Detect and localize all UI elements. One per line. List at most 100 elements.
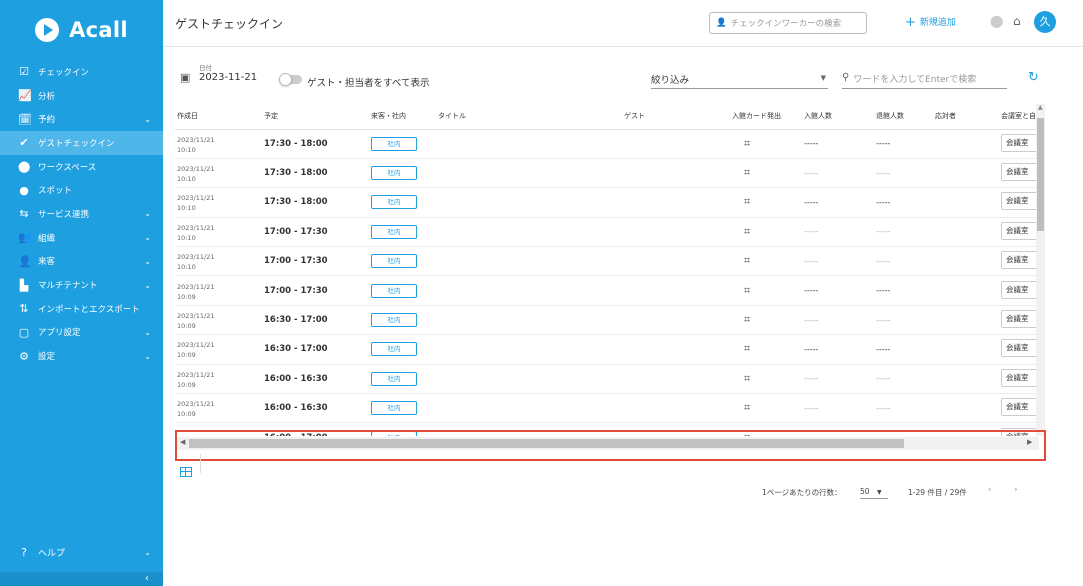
internal-badge: 社内 [371, 224, 417, 239]
checkin-worker-search-input[interactable]: 👤 チェックインワーカーの検索 [709, 12, 867, 34]
sidebar-item-7[interactable]: 👥 組織 ⌄ [0, 226, 163, 250]
scroll-up-arrow-icon[interactable]: ▲ [1038, 104, 1043, 111]
table-row[interactable]: 2023/11/2116:00 - 17:00社内 ⌗ 会議室 [175, 422, 1045, 436]
qr-scan-icon[interactable]: ⌗ [744, 225, 750, 238]
column-header[interactable]: 来客・社内 [369, 104, 436, 130]
created-date: 2023/11/21 [177, 341, 215, 350]
created-date: 2023/11/21 [177, 282, 215, 291]
word-search-input[interactable]: ⚲ ワードを入力してEnterで検索 [842, 72, 1007, 89]
column-header[interactable]: 入館カード発出 [730, 104, 802, 130]
column-header[interactable]: タイトル [436, 104, 622, 130]
qr-scan-icon[interactable]: ⌗ [744, 284, 750, 297]
building-icon[interactable]: ⌂ [1013, 14, 1021, 28]
sidebar-item-label: 設定 [38, 352, 56, 363]
host-cell [933, 393, 999, 424]
type-cell: 社内 [369, 364, 436, 395]
help-menu[interactable]: ? ヘルプ ⌄ [0, 540, 163, 564]
meeting-room-button[interactable]: 会議室 [1001, 398, 1039, 417]
sidebar-item-4[interactable]: ⬤ ワークスペース [0, 155, 163, 179]
vertical-scrollbar-thumb[interactable] [1037, 118, 1044, 231]
entry-count-cell: ----- [802, 305, 874, 336]
settings-icon: ⚙ [19, 349, 29, 363]
qr-scan-icon[interactable]: ⌗ [744, 401, 750, 414]
sidebar-item-1[interactable]: 📈 分析 [0, 84, 163, 108]
table-header-row: 作成日 予定 来客・社内 タイトル ゲスト 入館カード発出 入館人数 退館人数 応対者 会議室と自 [175, 104, 1045, 130]
type-cell: 社内 [369, 334, 436, 365]
host-cell [933, 129, 999, 159]
meeting-room-button[interactable]: 会議室 [1001, 427, 1039, 436]
show-all-toggle[interactable] [279, 73, 292, 86]
created-time: 10:09 [177, 351, 196, 360]
table-row[interactable]: 2023/11/21 10:10 17:00 - 17:30 社内 ⌗ ----- ----… [175, 217, 1045, 248]
qr-scan-icon[interactable]: ⌗ [744, 431, 750, 436]
rows-per-page-select[interactable]: 50 ▼ [860, 487, 888, 499]
table-row[interactable]: 2023/11/21 10:09 16:00 - 16:30 社内 ⌗ ----- ----… [175, 393, 1045, 424]
sidebar-item-5[interactable]: ● スポット [0, 178, 163, 202]
table-row[interactable]: 2023/11/21 10:10 17:30 - 18:00 社内 ⌗ ----- ----… [175, 129, 1045, 159]
sidebar-item-2[interactable]: 🗓 予約 ⌄ [0, 107, 163, 131]
meeting-room-button[interactable]: 会議室 [1001, 221, 1039, 240]
filter-select[interactable]: 絞り込み ▼ [651, 72, 828, 89]
qr-scan-icon[interactable]: ⌗ [744, 342, 750, 355]
scroll-right-arrow-icon[interactable]: ▶ [1027, 438, 1032, 446]
column-header[interactable]: ゲスト [622, 104, 730, 130]
title-cell [436, 246, 622, 277]
meeting-room-button[interactable]: 会議室 [1001, 163, 1039, 182]
date-label: 日付 [199, 64, 212, 72]
sidebar-item-label: 分析 [38, 91, 56, 102]
type-cell: 社内 [369, 129, 436, 159]
table-row[interactable]: 2023/11/21 10:09 17:00 - 17:30 社内 ⌗ ----- ----… [175, 275, 1045, 306]
user-avatar[interactable]: 久 [1034, 11, 1056, 33]
meeting-room-button[interactable]: 会議室 [1001, 251, 1039, 270]
sidebar-item-12[interactable]: ⚙ 設定 ⌄ [0, 344, 163, 368]
sidebar-item-9[interactable]: ▙ マルチテナント ⌄ [0, 273, 163, 297]
logo[interactable]: Acall [0, 0, 163, 60]
qr-scan-icon[interactable]: ⌗ [744, 137, 750, 150]
created-cell: 2023/11/21 10:10 [175, 187, 262, 218]
qr-scan-icon[interactable]: ⌗ [744, 254, 750, 267]
column-header[interactable]: 作成日 [175, 104, 262, 130]
meeting-room-button[interactable]: 会議室 [1001, 339, 1039, 358]
card-issue-cell: ⌗ [730, 422, 802, 436]
checkmark-icon: ✔ [19, 136, 29, 150]
column-header[interactable]: 退館人数 [874, 104, 933, 130]
table-row[interactable]: 2023/11/21 10:10 17:30 - 18:00 社内 ⌗ ----- ----… [175, 158, 1045, 189]
column-header[interactable]: 予定 [262, 104, 369, 130]
sidebar-item-8[interactable]: 👤 来客 ⌄ [0, 250, 163, 274]
qr-scan-icon[interactable]: ⌗ [744, 166, 750, 179]
date-picker[interactable]: 2023-11-21 [199, 72, 257, 83]
sidebar-item-3[interactable]: ✔ ゲストチェックイン [0, 131, 163, 155]
calendar-icon[interactable]: ▣ [180, 71, 190, 84]
exit-count-cell: ----- [874, 305, 933, 336]
sidebar-item-10[interactable]: ⇅ インポートとエクスポート [0, 297, 163, 321]
sidebar-collapse-button[interactable]: ‹ [0, 572, 163, 586]
horizontal-scrollbar-thumb[interactable] [189, 439, 904, 448]
table-row[interactable]: 2023/11/21 10:10 17:00 - 17:30 社内 ⌗ ----- ----… [175, 246, 1045, 277]
meeting-room-button[interactable]: 会議室 [1001, 310, 1039, 329]
next-page-button[interactable]: › [1014, 485, 1018, 495]
table-row[interactable]: 2023/11/21 10:09 16:30 - 17:00 社内 ⌗ ----- ----… [175, 305, 1045, 336]
refresh-icon[interactable]: ↻ [1028, 70, 1039, 85]
sidebar-item-0[interactable]: ☑ チェックイン [0, 60, 163, 84]
add-new-button[interactable]: + 新規追加 [905, 15, 956, 30]
scroll-left-arrow-icon[interactable]: ◀ [180, 438, 185, 446]
created-time: 10:10 [177, 175, 196, 184]
meeting-room-button[interactable]: 会議室 [1001, 280, 1039, 299]
meeting-room-button[interactable]: 会議室 [1001, 192, 1039, 211]
location-icon[interactable]: ⬤ [990, 14, 1003, 28]
qr-scan-icon[interactable]: ⌗ [744, 372, 750, 385]
internal-badge: 社内 [371, 283, 417, 298]
column-header[interactable]: 応対者 [933, 104, 999, 130]
table-row[interactable]: 2023/11/21 10:09 16:30 - 17:00 社内 ⌗ ----- ----… [175, 334, 1045, 365]
table-row[interactable]: 2023/11/21 10:10 17:30 - 18:00 社内 ⌗ ----- ----… [175, 187, 1045, 218]
table-row[interactable]: 2023/11/21 10:09 16:00 - 16:30 社内 ⌗ ----- ----… [175, 364, 1045, 395]
qr-scan-icon[interactable]: ⌗ [744, 195, 750, 208]
prev-page-button[interactable]: ‹ [988, 485, 992, 495]
table-settings-icon[interactable] [180, 467, 192, 477]
qr-scan-icon[interactable]: ⌗ [744, 313, 750, 326]
meeting-room-button[interactable]: 会議室 [1001, 133, 1039, 152]
meeting-room-button[interactable]: 会議室 [1001, 368, 1039, 387]
sidebar-item-6[interactable]: ⇆ サービス連携 ⌄ [0, 202, 163, 226]
column-header[interactable]: 入館人数 [802, 104, 874, 130]
sidebar-item-11[interactable]: ▢ アプリ設定 ⌄ [0, 321, 163, 345]
